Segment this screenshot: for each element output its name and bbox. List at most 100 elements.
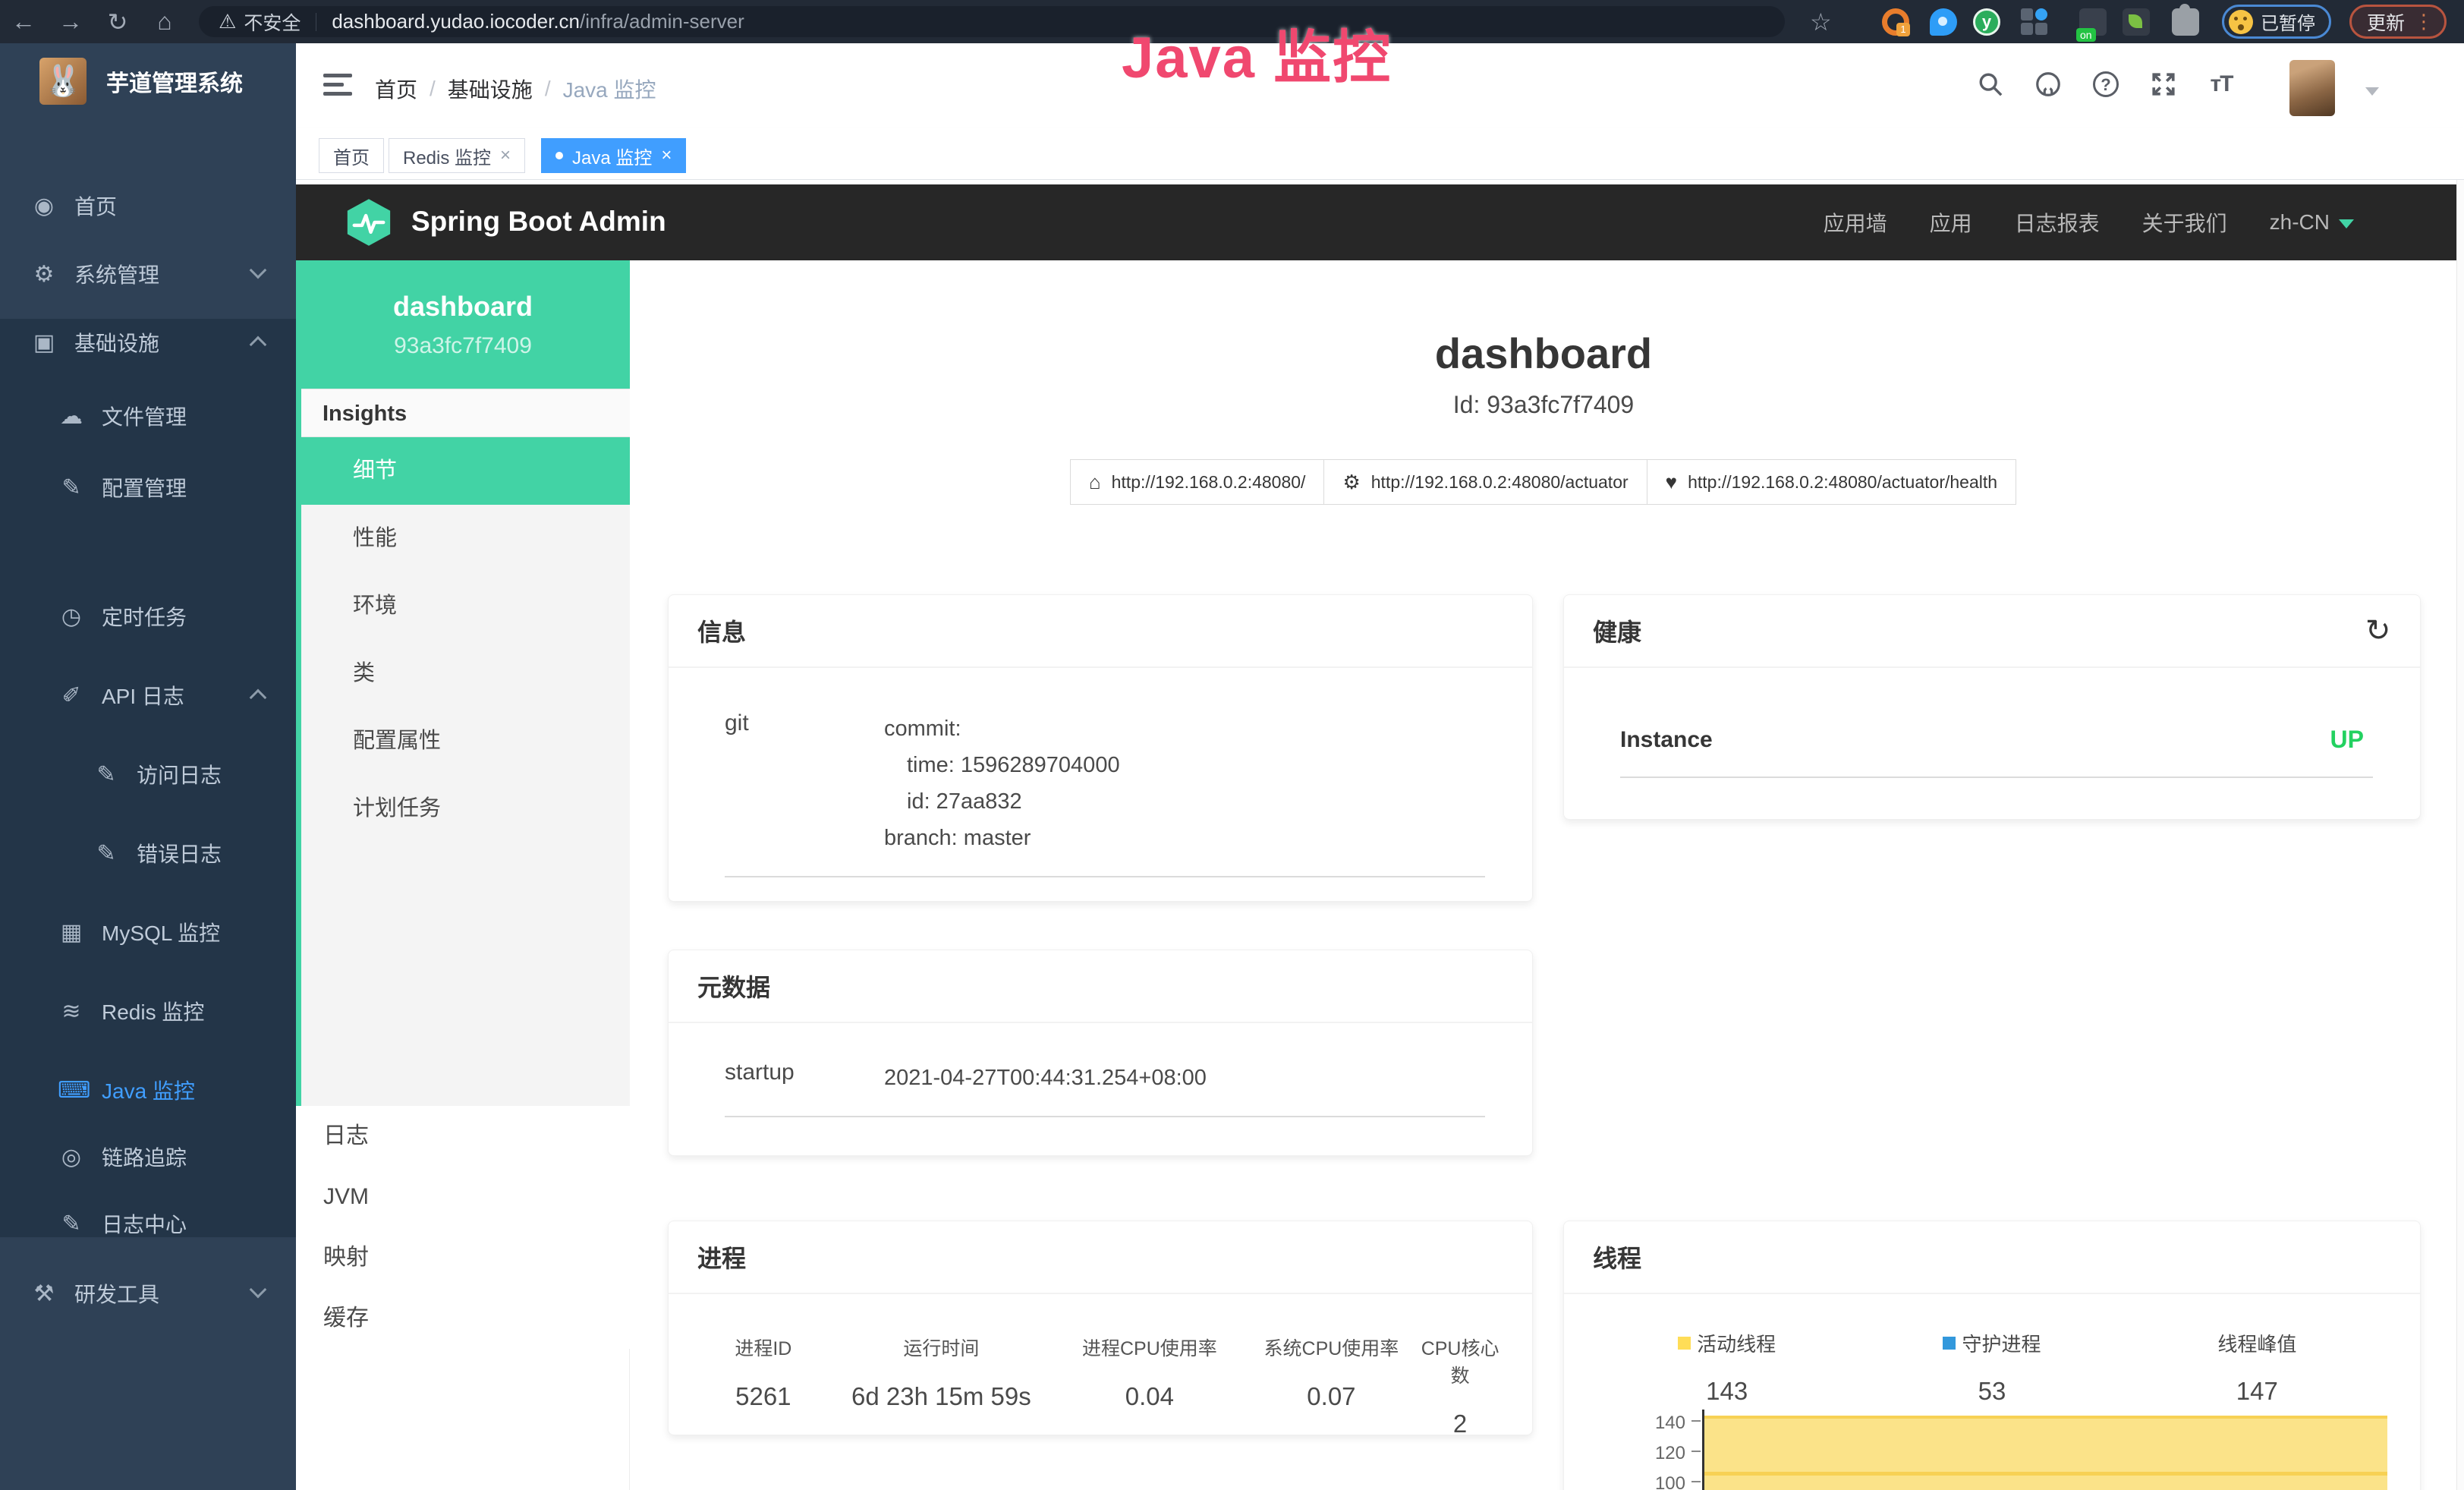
instance-links: ⌂ http://192.168.0.2:48080/ ⚙ http://192…: [631, 459, 2456, 505]
screen: ← → ↻ ⌂ ⚠ 不安全 dashboard.yudao.iocoder.cn…: [0, 0, 2464, 1490]
sba-nav-applications[interactable]: 应用: [1930, 207, 1972, 238]
service-url-link[interactable]: ⌂ http://192.168.0.2:48080/: [1070, 459, 1325, 505]
close-icon[interactable]: ×: [500, 145, 511, 166]
java-monitor-icon: [58, 1077, 85, 1104]
github-icon[interactable]: [2033, 69, 2063, 99]
health-url-link[interactable]: ♥ http://192.168.0.2:48080/actuator/heal…: [1647, 459, 2016, 505]
active-dot-icon: [555, 152, 563, 159]
sidebar-item-log-center[interactable]: 日志中心: [0, 1202, 296, 1246]
sba-menu-jvm[interactable]: JVM: [296, 1167, 630, 1227]
breadcrumb-infra[interactable]: 基础设施: [448, 74, 533, 104]
sba-menu-scheduledtasks[interactable]: 计划任务: [301, 775, 630, 843]
sidebar-item-infra[interactable]: 基础设施: [0, 320, 296, 364]
dashboard-icon: [30, 193, 58, 219]
on-extension-icon[interactable]: [2079, 8, 2107, 36]
sidebar-item-api-log[interactable]: API 日志: [0, 673, 296, 717]
search-icon[interactable]: [1975, 69, 2006, 99]
browser-update-button[interactable]: 更新 ⋮: [2349, 5, 2447, 39]
threads-card: 线程 活动线程 143 守护进程 53 线程峰值 147 140 120 100: [1563, 1221, 2421, 1490]
legend-swatch-live: [1678, 1337, 1691, 1350]
tag-redis-monitor[interactable]: Redis 监控 ×: [389, 138, 525, 173]
sba-menu-details[interactable]: 细节: [301, 437, 630, 505]
sidebar-item-error-log[interactable]: 错误日志: [0, 831, 296, 875]
help-icon[interactable]: ?: [2091, 69, 2121, 99]
url-host: dashboard.yudao.iocoder.cn: [332, 10, 580, 33]
sba-menu-metrics[interactable]: 性能: [301, 505, 630, 572]
info-git-row: git commit: time: 1596289704000 id: 27aa…: [669, 710, 1532, 856]
sba-sidebar: dashboard 93a3fc7f7409 Insights 细节 性能 环境…: [296, 260, 630, 1490]
page-subtitle: Id: 93a3fc7f7409: [631, 391, 2456, 419]
iframe-scrollbar[interactable]: [2456, 180, 2464, 1490]
sba-menu-classes[interactable]: 类: [301, 640, 630, 707]
sidebar-item-home[interactable]: 首页: [0, 184, 296, 228]
fullscreen-icon[interactable]: [2148, 69, 2179, 99]
actuator-url-link[interactable]: ⚙ http://192.168.0.2:48080/actuator: [1323, 459, 1647, 505]
extensions-puzzle-icon[interactable]: [2172, 8, 2199, 36]
threads-legend: 活动线程 143 守护进程 53 线程峰值 147: [1564, 1329, 2420, 1406]
font-size-icon[interactable]: тT: [2206, 69, 2236, 99]
y-extension-icon[interactable]: y: [1973, 8, 2000, 36]
instance-header[interactable]: dashboard 93a3fc7f7409: [296, 260, 630, 389]
browser-profile-button[interactable]: 已暂停: [2222, 5, 2331, 39]
sba-menu-logfile[interactable]: 日志: [296, 1106, 630, 1167]
sidebar-item-config[interactable]: 配置管理: [0, 465, 296, 509]
sba-menu-environment[interactable]: 环境: [301, 572, 630, 640]
cloud-upload-icon: [58, 403, 85, 430]
sidebar-item-tracing[interactable]: 链路追踪: [0, 1135, 296, 1179]
wrench-icon: ⚙: [1342, 471, 1360, 494]
breadcrumb-current: Java 监控: [563, 74, 656, 104]
health-instance-row[interactable]: Instance UP: [1564, 726, 2420, 754]
spring-boot-admin-logo-icon[interactable]: [345, 197, 393, 247]
y-axis-tick-label: 100: [1640, 1473, 1685, 1490]
sba-nav-about[interactable]: 关于我们: [2142, 207, 2227, 238]
avatar-caret-icon[interactable]: [2365, 87, 2379, 96]
sidebar-item-system[interactable]: 系统管理: [0, 252, 296, 296]
sba-menu-mappings[interactable]: 映射: [296, 1227, 630, 1288]
tag-java-monitor[interactable]: Java 监控 ×: [541, 138, 686, 173]
sba-content: dashboard Id: 93a3fc7f7409 ⌂ http://192.…: [631, 260, 2456, 1490]
address-bar[interactable]: ⚠ 不安全 dashboard.yudao.iocoder.cn/infra/a…: [199, 6, 1785, 37]
tags-view-bar: 首页 Redis 监控 × Java 监控 ×: [296, 128, 2464, 180]
sidebar-collapse-icon[interactable]: [323, 74, 352, 98]
sidebar-item-redis[interactable]: Redis 监控: [0, 989, 296, 1033]
browser-back-icon[interactable]: ←: [0, 8, 47, 36]
close-icon[interactable]: ×: [661, 145, 672, 166]
browser-forward-icon[interactable]: →: [47, 8, 94, 36]
bookmark-star-icon[interactable]: ☆: [1810, 8, 1832, 36]
app-logo[interactable]: 🐰 芋道管理系统: [0, 52, 296, 110]
sidebar-item-mysql[interactable]: MySQL 监控: [0, 910, 296, 954]
gear-icon: [30, 261, 58, 288]
tag-home[interactable]: 首页: [319, 138, 384, 173]
sba-brand-title[interactable]: Spring Boot Admin: [411, 206, 666, 238]
health-card: 健康 ↺ Instance UP: [1563, 594, 2421, 820]
divider: [725, 876, 1485, 877]
sba-menu-caches[interactable]: 缓存: [296, 1288, 630, 1349]
pin-extension-icon[interactable]: [1930, 8, 1957, 36]
sidebar-item-jobs[interactable]: 定时任务: [0, 594, 296, 638]
process-card: 进程 进程ID 5261 运行时间 6d 23h 15m 59s 进程CPU使用…: [668, 1221, 1533, 1435]
history-icon[interactable]: ↺: [2365, 613, 2391, 648]
card-title: 进程: [697, 1240, 746, 1274]
instance-id: 93a3fc7f7409: [296, 333, 630, 359]
leaf-extension-icon[interactable]: [2123, 8, 2150, 36]
sidebar-item-dev-tools[interactable]: 研发工具: [0, 1271, 296, 1315]
sba-menu-configprops[interactable]: 配置属性: [301, 707, 630, 775]
breadcrumb-home[interactable]: 首页: [375, 74, 417, 104]
browser-home-icon[interactable]: ⌂: [141, 8, 188, 36]
sba-nav-wallboard[interactable]: 应用墙: [1824, 207, 1887, 238]
redis-icon: [58, 998, 85, 1025]
extension-icon[interactable]: 1: [1882, 8, 1909, 36]
browser-reload-icon[interactable]: ↻: [94, 8, 141, 36]
sba-nav-journal[interactable]: 日志报表: [2015, 207, 2100, 238]
live-threads-area: [1704, 1416, 2387, 1490]
sidebar-item-java-monitor[interactable]: Java 监控: [0, 1068, 296, 1112]
browser-menu-icon[interactable]: ⋮: [2414, 10, 2434, 33]
sidebar-item-access-log[interactable]: 访问日志: [0, 752, 296, 796]
page-title: dashboard: [631, 329, 2456, 378]
sba-locale-select[interactable]: zh-CN: [2270, 210, 2354, 235]
card-title: 线程: [1593, 1240, 1641, 1274]
sidebar-item-files[interactable]: 文件管理: [0, 394, 296, 438]
grid-extension-icon[interactable]: [2021, 8, 2048, 36]
user-avatar[interactable]: [2289, 60, 2335, 116]
warning-icon: ⚠: [219, 10, 236, 33]
